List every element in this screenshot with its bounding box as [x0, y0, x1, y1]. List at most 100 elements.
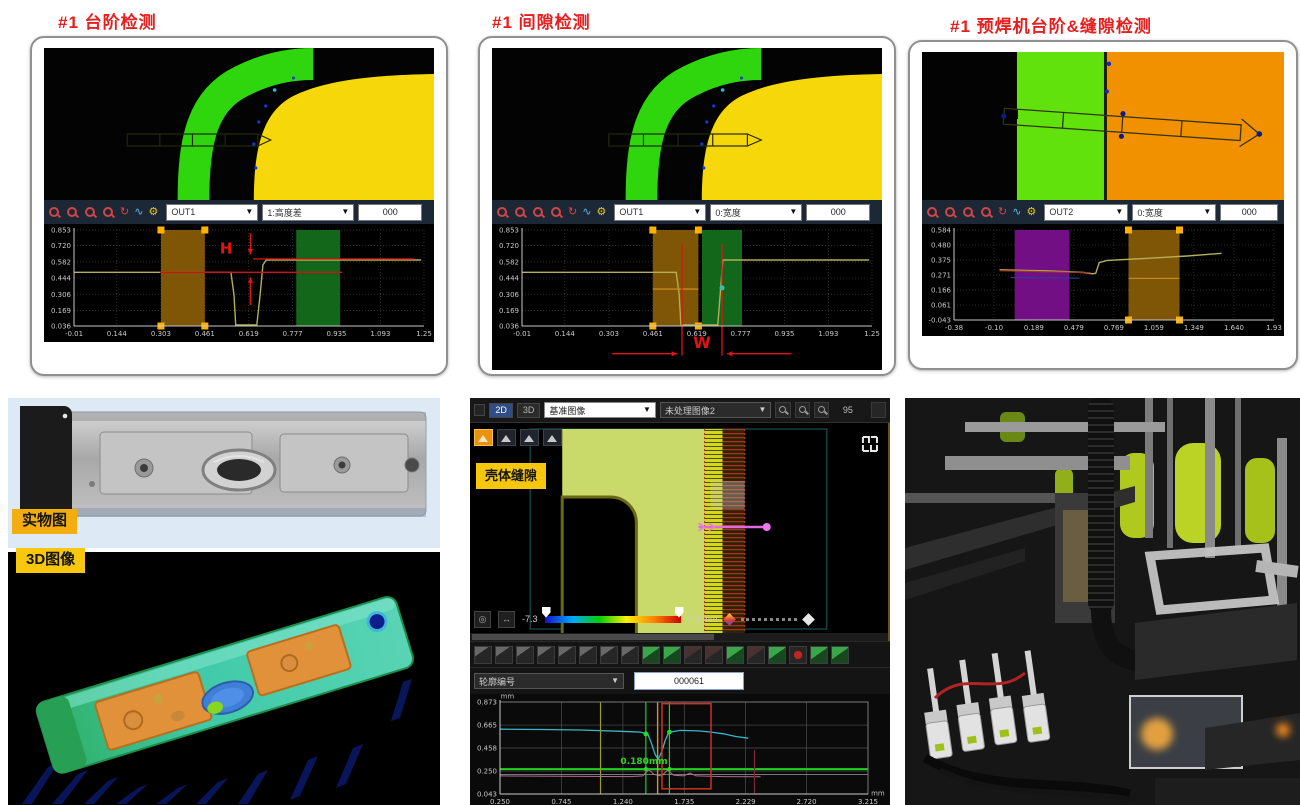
heightmap-gap[interactable]	[492, 48, 882, 200]
height-map-icon[interactable]	[497, 429, 516, 446]
filter-icon[interactable]	[747, 646, 765, 664]
svg-text:-0.10: -0.10	[985, 324, 1003, 332]
profile-toolbar	[470, 641, 890, 667]
list-view-button[interactable]	[474, 404, 485, 416]
svg-text:0.777: 0.777	[731, 330, 751, 338]
caret-down-icon: ▼	[643, 406, 651, 414]
grid-icon[interactable]	[621, 646, 639, 664]
mask-icon[interactable]	[726, 646, 744, 664]
zoom-reset-icon[interactable]	[537, 646, 555, 664]
raw-image-select[interactable]: 未处理图像2 ▼	[660, 402, 771, 418]
zoom-in-icon[interactable]	[496, 206, 509, 219]
svg-text:0.061: 0.061	[931, 302, 951, 310]
profile-number-value[interactable]: 000061	[634, 672, 744, 690]
colormap-icon[interactable]	[474, 429, 493, 446]
svg-text:1.25: 1.25	[416, 330, 432, 338]
value-box-gap[interactable]: 000	[806, 204, 870, 221]
reset-view-icon[interactable]: ↻	[568, 206, 577, 219]
svg-text:0.458: 0.458	[477, 745, 497, 753]
profile-chart-preweld[interactable]: -0.38-0.100.1890.4790.7691.0591.3491.640…	[922, 224, 1284, 336]
color-scale-slider[interactable]	[545, 616, 681, 623]
zoom-out-icon[interactable]	[514, 206, 527, 219]
profile-display-icon[interactable]: ∿	[1012, 206, 1021, 219]
marker-diamond-icon[interactable]	[723, 613, 736, 626]
base-image-select[interactable]: 基准图像 ▼	[544, 402, 655, 418]
settings-gear-icon[interactable]: ⚙	[148, 206, 158, 219]
profile-display-icon[interactable]: ∿	[582, 206, 591, 219]
roi-a-icon[interactable]	[684, 646, 702, 664]
svg-text:0.720: 0.720	[499, 242, 519, 250]
svg-text:0.853: 0.853	[499, 227, 519, 235]
scale-handle-high[interactable]	[675, 607, 684, 618]
2d-view-button[interactable]: 2D	[489, 403, 513, 418]
report-icon[interactable]	[831, 646, 849, 664]
svg-text:3.215: 3.215	[858, 798, 878, 805]
zoom-in-icon[interactable]	[926, 206, 939, 219]
position-icon[interactable]	[543, 429, 562, 446]
profile-measure-chart[interactable]: 0.180mmmmmm0.2500.7451.2401.7352.2292.72…	[470, 694, 890, 805]
viewer-main[interactable]: 壳体缝隙 ◎ ↔ -7.3 7.3 mm	[470, 423, 890, 641]
zoom-out-icon[interactable]	[795, 402, 810, 418]
settings-gear-icon[interactable]: ⚙	[1026, 206, 1036, 219]
machine-photo-illustration	[905, 398, 1300, 805]
out-select-step[interactable]: OUT1 ▼	[166, 204, 258, 221]
svg-text:0.169: 0.169	[51, 307, 71, 315]
value-box-preweld[interactable]: 000	[1220, 204, 1278, 221]
select-tool-icon[interactable]	[474, 646, 492, 664]
position-slider[interactable]	[741, 618, 797, 621]
horizontal-scrollbar[interactable]	[470, 633, 888, 641]
zoom-percent: 95	[843, 405, 853, 415]
out-select-preweld[interactable]: OUT2 ▼	[1044, 204, 1128, 221]
svg-text:0.303: 0.303	[151, 330, 171, 338]
zoom-out-icon[interactable]	[944, 206, 957, 219]
scrollbar-thumb[interactable]	[472, 634, 714, 640]
zoom-area-icon[interactable]	[532, 206, 545, 219]
profile-number-select[interactable]: 轮廓编号 ▼	[474, 673, 624, 689]
reset-view-icon[interactable]: ↻	[120, 206, 129, 219]
zoom-area-icon[interactable]	[84, 206, 97, 219]
record-icon[interactable]	[789, 646, 807, 664]
profile-chart-gap[interactable]: W-0.010.1440.3030.4610.6190.7770.9351.09…	[492, 224, 882, 370]
item-select-step[interactable]: 1:高度差 ▼	[262, 204, 354, 221]
zoom-in-icon[interactable]	[775, 402, 790, 418]
range-icon[interactable]: ↔	[498, 611, 515, 628]
settings-gear-icon[interactable]: ⚙	[596, 206, 606, 219]
zoom-in-icon[interactable]	[48, 206, 61, 219]
profile-overlay-icon[interactable]	[642, 646, 660, 664]
fit-screen-icon[interactable]	[814, 402, 829, 418]
edge-icon[interactable]	[768, 646, 786, 664]
item-select-preweld[interactable]: 0:宽度 ▼	[1132, 204, 1216, 221]
value-box-step[interactable]: 000	[358, 204, 422, 221]
user-icon[interactable]	[871, 402, 886, 418]
roi-b-icon[interactable]	[705, 646, 723, 664]
zoom-fit-icon[interactable]	[550, 206, 563, 219]
texture-icon[interactable]	[520, 429, 539, 446]
scale-handle-low[interactable]	[542, 607, 551, 618]
item-select-gap[interactable]: 0:宽度 ▼	[710, 204, 802, 221]
target-icon[interactable]: ◎	[474, 611, 491, 628]
zoom-out-icon[interactable]	[66, 206, 79, 219]
zoom-fit-icon[interactable]	[102, 206, 115, 219]
export-icon[interactable]	[810, 646, 828, 664]
profile-chart-step[interactable]: H-0.010.1440.3030.4610.6190.7770.9351.09…	[44, 224, 434, 342]
svg-text:1.240: 1.240	[613, 798, 633, 805]
profile-compare-icon[interactable]	[663, 646, 681, 664]
measure-height-icon[interactable]	[579, 646, 597, 664]
reset-view-icon[interactable]: ↻	[998, 206, 1007, 219]
pan-icon[interactable]	[558, 646, 576, 664]
profile-display-icon[interactable]: ∿	[134, 206, 143, 219]
zoom-area-icon[interactable]	[962, 206, 975, 219]
heightmap-step[interactable]	[44, 48, 434, 200]
zoom-fit-icon[interactable]	[980, 206, 993, 219]
svg-text:1.093: 1.093	[370, 330, 390, 338]
out-select-gap[interactable]: OUT1 ▼	[614, 204, 706, 221]
marker-diamond2-icon[interactable]	[802, 613, 815, 626]
measure-width-icon[interactable]	[600, 646, 618, 664]
caret-down-icon: ▼	[758, 406, 766, 414]
zoom-out-icon[interactable]	[516, 646, 534, 664]
toolbar-preweld-icons: ↻ ∿ ⚙	[926, 206, 1036, 219]
3d-view-button[interactable]: 3D	[517, 403, 541, 418]
heightmap-preweld[interactable]	[922, 52, 1284, 200]
zoom-in-icon[interactable]	[495, 646, 513, 664]
svg-text:0.144: 0.144	[107, 330, 128, 338]
